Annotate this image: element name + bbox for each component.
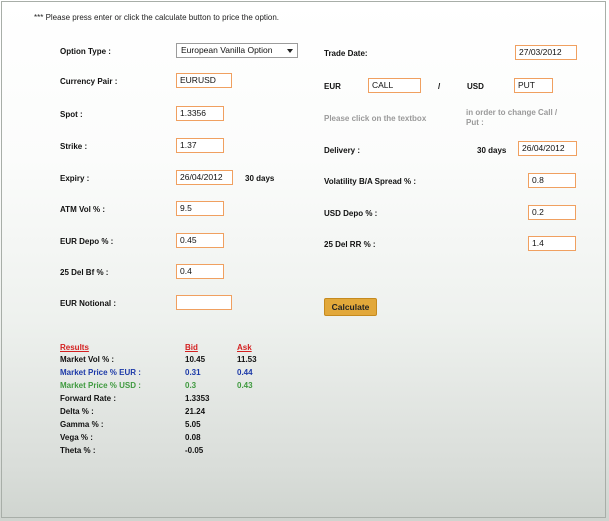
result-label: Market Vol % :	[60, 355, 115, 364]
usd-call-put-input[interactable]: PUT	[514, 78, 553, 93]
bid-header: Bid	[185, 343, 198, 352]
result-bid: 1.3353	[185, 394, 210, 403]
result-label: Forward Rate :	[60, 394, 117, 403]
result-bid: 21.24	[185, 407, 206, 416]
eur-depo-label: EUR Depo % :	[60, 237, 114, 246]
usd-depo-label: USD Depo % :	[324, 209, 378, 218]
option-type-label: Option Type :	[60, 47, 111, 56]
result-label: Delta % :	[60, 407, 94, 416]
result-ask: 0.44	[237, 368, 253, 377]
result-bid: 0.08	[185, 433, 201, 442]
result-label: Vega % :	[60, 433, 93, 442]
ask-header: Ask	[237, 343, 252, 352]
hint-right-2: Put :	[466, 118, 484, 127]
strike-input[interactable]: 1.37	[176, 138, 224, 153]
option-type-select[interactable]: European Vanilla Option	[176, 43, 298, 58]
delivery-days: 30 days	[477, 146, 507, 155]
vol-spread-input[interactable]: 0.8	[528, 173, 576, 188]
spot-input[interactable]: 1.3356	[176, 106, 224, 121]
result-bid: -0.05	[185, 446, 204, 455]
result-label: Market Price % USD :	[60, 381, 141, 390]
trade-date-input[interactable]: 27/03/2012	[515, 45, 577, 60]
del-rr-input[interactable]: 1.4	[528, 236, 576, 251]
eur-label: EUR	[324, 82, 341, 91]
instruction-note: *** Please press enter or click the calc…	[34, 13, 280, 22]
currency-pair-label: Currency Pair :	[60, 77, 118, 86]
eur-notional-input[interactable]	[176, 295, 232, 310]
result-label: Market Price % EUR :	[60, 368, 141, 377]
hint-left: Please click on the textbox	[324, 114, 427, 123]
eur-call-put-input[interactable]: CALL	[368, 78, 421, 93]
result-label: Gamma % :	[60, 420, 104, 429]
spot-label: Spot :	[60, 110, 83, 119]
usd-label: USD	[467, 82, 484, 91]
atm-vol-input[interactable]: 9.5	[176, 201, 224, 216]
strike-label: Strike :	[60, 142, 88, 151]
delivery-input[interactable]: 26/04/2012	[518, 141, 577, 156]
vol-spread-label: Volatility B/A Spread % :	[324, 177, 417, 186]
del-bf-input[interactable]: 0.4	[176, 264, 224, 279]
result-ask: 0.43	[237, 381, 253, 390]
result-label: Theta % :	[60, 446, 96, 455]
calculate-button[interactable]: Calculate	[324, 298, 377, 316]
expiry-input[interactable]: 26/04/2012	[176, 170, 233, 185]
eur-depo-input[interactable]: 0.45	[176, 233, 224, 248]
del-rr-label: 25 Del RR % :	[324, 240, 376, 249]
del-bf-label: 25 Del Bf % :	[60, 268, 109, 277]
slash-separator: /	[438, 82, 441, 91]
trade-date-label: Trade Date:	[324, 49, 368, 58]
result-bid: 0.3	[185, 381, 197, 390]
results-header: Results	[60, 343, 89, 352]
expiry-label: Expiry :	[60, 174, 90, 183]
usd-depo-input[interactable]: 0.2	[528, 205, 576, 220]
hint-right-1: in order to change Call /	[466, 108, 558, 117]
result-bid: 10.45	[185, 355, 206, 364]
result-bid: 5.05	[185, 420, 201, 429]
chevron-down-icon	[287, 49, 293, 53]
delivery-label: Delivery :	[324, 146, 361, 155]
eur-notional-label: EUR Notional :	[60, 299, 116, 308]
result-bid: 0.31	[185, 368, 201, 377]
atm-vol-label: ATM Vol % :	[60, 205, 106, 214]
expiry-days: 30 days	[245, 174, 275, 183]
option-type-value: European Vanilla Option	[181, 45, 273, 55]
currency-pair-input[interactable]: EURUSD	[176, 73, 232, 88]
result-ask: 11.53	[237, 355, 257, 364]
